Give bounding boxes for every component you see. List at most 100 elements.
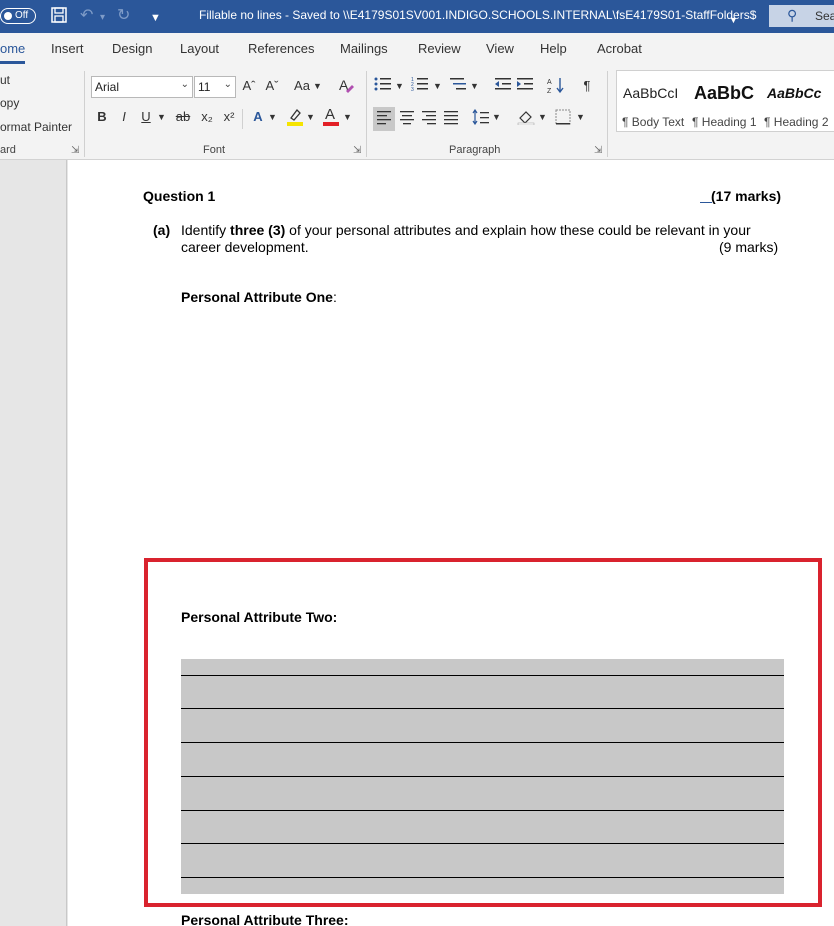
group-divider [366, 71, 367, 157]
group-divider [607, 71, 608, 157]
group-divider [84, 71, 85, 157]
underline-button[interactable]: U [138, 107, 154, 127]
answer-line [181, 877, 784, 878]
svg-text:3: 3 [411, 87, 414, 92]
bullets-icon[interactable] [373, 76, 393, 98]
tab-home[interactable]: ome [0, 41, 26, 64]
tab-mailings[interactable]: Mailings [340, 41, 388, 56]
tab-acrobat[interactable]: Acrobat [597, 41, 642, 56]
align-center-icon[interactable] [397, 107, 417, 131]
autosave-toggle[interactable]: Off [0, 8, 36, 24]
search-placeholder: Sea [815, 9, 834, 23]
change-case-button[interactable]: Aa [290, 76, 314, 96]
customize-toolbar-icon[interactable]: ▼ [150, 8, 161, 28]
part-text: of your personal attributes and explain … [285, 222, 751, 238]
tab-layout[interactable]: Layout [180, 41, 219, 56]
superscript-button[interactable]: x² [220, 107, 238, 127]
chevron-down-icon[interactable]: ▼ [433, 76, 442, 96]
fillable-answer-area[interactable] [181, 659, 784, 894]
search-icon: ⚲ [787, 7, 798, 23]
chevron-down-icon[interactable]: ▼ [343, 107, 352, 127]
chevron-down-icon[interactable]: ▼ [576, 107, 585, 127]
shrink-font-button[interactable]: Aˇ [262, 76, 282, 96]
search-box[interactable]: ⚲ Sea [769, 5, 834, 27]
numbering-icon[interactable]: 123 [410, 76, 430, 98]
font-color-icon[interactable]: A [320, 105, 342, 133]
title-dropdown-icon[interactable]: ▼ [729, 10, 738, 30]
copy-button[interactable]: opy [0, 96, 19, 110]
style-name: ¶ Body Text [622, 115, 685, 129]
styles-gallery: AaBbCcI ¶ Body Text AaBbC ¶ Heading 1 Aa… [616, 70, 834, 132]
grow-font-button[interactable]: Aˆ [239, 76, 259, 96]
show-formatting-button[interactable]: ¶ [578, 76, 596, 96]
chevron-down-icon[interactable]: ▼ [538, 107, 547, 127]
line-spacing-icon[interactable] [471, 107, 491, 131]
decrease-indent-icon[interactable] [493, 76, 513, 98]
style-name: ¶ Heading 2 [764, 115, 829, 129]
subscript-button[interactable]: x₂ [198, 107, 216, 127]
tab-references[interactable]: References [248, 41, 314, 56]
autosave-label: Off [15, 10, 29, 21]
answer-line [181, 843, 784, 844]
attribute-three-heading: Personal Attribute Three: [181, 912, 349, 926]
marks-underline [700, 202, 712, 203]
borders-icon[interactable] [553, 107, 573, 131]
answer-line [181, 810, 784, 811]
undo-dropdown-icon[interactable]: ▾ [100, 8, 105, 28]
style-preview: AaBbC [694, 83, 755, 103]
align-right-icon[interactable] [419, 107, 439, 131]
cut-button[interactable]: ut [0, 73, 10, 87]
ribbon: ut opy ormat Painter ard ⇲ Arial ⌄ 11 ⌄ … [0, 65, 834, 160]
clipboard-group-label: ard [0, 144, 16, 156]
paragraph-launcher-icon[interactable]: ⇲ [594, 145, 602, 156]
font-name-value: Arial [95, 80, 120, 94]
chevron-down-icon[interactable]: ▼ [268, 107, 277, 127]
redo-icon[interactable]: ↻ [117, 6, 130, 26]
shading-icon[interactable] [516, 107, 536, 131]
tab-view[interactable]: View [486, 41, 514, 56]
attribute-one-colon: : [332, 289, 337, 305]
toggle-knob-icon [4, 12, 12, 20]
chevron-down-icon[interactable]: ▼ [157, 107, 166, 127]
tab-design[interactable]: Design [112, 41, 152, 56]
navigation-margin [0, 160, 67, 926]
clipboard-launcher-icon[interactable]: ⇲ [71, 145, 79, 156]
format-painter-button[interactable]: ormat Painter [0, 120, 72, 134]
chevron-down-icon[interactable]: ▼ [395, 76, 404, 96]
style-preview: AaBbCcI [623, 85, 679, 101]
chevron-down-icon[interactable]: ▼ [313, 76, 322, 96]
font-size-select[interactable]: 11 ⌄ [194, 76, 236, 98]
bold-button[interactable]: B [94, 107, 110, 127]
text-effects-icon[interactable]: A [248, 107, 268, 127]
sort-icon[interactable]: AZ [546, 76, 566, 100]
font-name-select[interactable]: Arial ⌄ [91, 76, 193, 98]
tab-help[interactable]: Help [540, 41, 567, 56]
chevron-down-icon: ⌄ [180, 79, 189, 90]
svg-text:A: A [325, 106, 335, 123]
chevron-down-icon[interactable]: ▼ [306, 107, 315, 127]
group-divider [242, 109, 243, 129]
font-launcher-icon[interactable]: ⇲ [353, 145, 361, 156]
tab-insert[interactable]: Insert [51, 41, 84, 56]
answer-line [181, 675, 784, 676]
italic-button[interactable]: I [116, 107, 132, 127]
ribbon-tabs: ome Insert Design Layout References Mail… [0, 33, 834, 65]
align-left-icon[interactable] [373, 107, 395, 131]
part-question-line1: Identify three (3) of your personal attr… [181, 222, 751, 238]
multilevel-list-icon[interactable] [448, 76, 468, 98]
strikethrough-button[interactable]: ab [172, 107, 194, 127]
part-text: Identify [181, 222, 231, 238]
justify-icon[interactable] [441, 107, 461, 131]
answer-line [181, 708, 784, 709]
title-bar: Off ↶ ▾ ↻ ▼ Fillable no lines - Saved to… [0, 0, 834, 33]
undo-icon[interactable]: ↶ [80, 6, 93, 26]
chevron-down-icon[interactable]: ▼ [470, 76, 479, 96]
save-icon[interactable] [50, 6, 68, 30]
svg-text:Z: Z [547, 88, 552, 94]
highlight-icon[interactable] [284, 107, 306, 133]
clear-formatting-icon[interactable]: A [335, 76, 357, 100]
increase-indent-icon[interactable] [515, 76, 535, 98]
chevron-down-icon[interactable]: ▼ [492, 107, 501, 127]
tab-review[interactable]: Review [418, 41, 461, 56]
attribute-two-heading: Personal Attribute Two: [181, 609, 338, 625]
